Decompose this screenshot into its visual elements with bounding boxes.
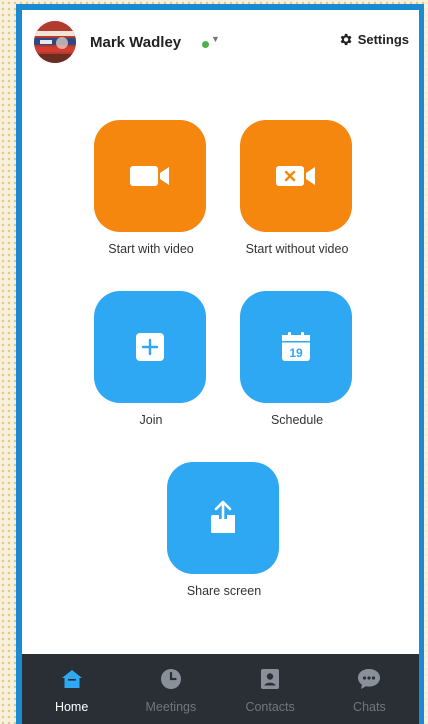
avatar-photo-icon xyxy=(34,21,76,63)
settings-button[interactable]: Settings xyxy=(338,32,409,47)
schedule-button[interactable]: 19 xyxy=(240,291,352,403)
bottom-nav: Home Meetings Contacts Chats xyxy=(22,654,419,724)
settings-label: Settings xyxy=(357,32,409,47)
start-without-video-label: Start without video xyxy=(245,242,349,256)
nav-meetings[interactable]: Meetings xyxy=(121,654,220,724)
gear-icon xyxy=(340,33,352,46)
nav-chats-label: Chats xyxy=(353,700,386,714)
nav-home-label: Home xyxy=(54,700,89,714)
start-without-video-button[interactable] xyxy=(240,120,352,232)
header: Mark Wadley ▼ Settings xyxy=(22,10,419,74)
status-dropdown-caret-icon[interactable]: ▼ xyxy=(211,34,220,44)
online-status-dot[interactable] xyxy=(202,41,209,48)
user-name: Mark Wadley xyxy=(90,34,182,51)
share-upload-icon xyxy=(211,500,235,533)
start-without-video-tile[interactable]: Start without video xyxy=(240,120,354,256)
zoom-home-window: Mark Wadley ▼ Settings Start with video xyxy=(22,10,419,724)
share-screen-tile[interactable]: Share screen xyxy=(167,462,281,598)
join-tile[interactable]: Join xyxy=(94,291,208,427)
home-icon xyxy=(61,670,82,688)
avatar[interactable] xyxy=(34,21,76,63)
start-with-video-button[interactable] xyxy=(94,120,206,232)
share-screen-label: Share screen xyxy=(186,584,262,598)
video-off-icon xyxy=(276,166,315,186)
schedule-tile[interactable]: 19 Schedule xyxy=(240,291,354,427)
share-screen-button[interactable] xyxy=(167,462,279,574)
nav-contacts-label: Contacts xyxy=(245,700,295,714)
nav-home[interactable]: Home xyxy=(22,654,121,724)
nav-contacts[interactable]: Contacts xyxy=(221,654,320,724)
video-camera-icon xyxy=(130,166,169,186)
start-with-video-label: Start with video xyxy=(108,242,194,256)
clock-icon xyxy=(160,669,181,689)
schedule-label: Schedule xyxy=(270,413,324,427)
plus-icon xyxy=(136,333,164,361)
join-button[interactable] xyxy=(94,291,206,403)
contact-card-icon xyxy=(261,669,280,689)
nav-chats[interactable]: Chats xyxy=(320,654,419,724)
join-label: Join xyxy=(139,413,163,427)
start-with-video-tile[interactable]: Start with video xyxy=(94,120,208,256)
chat-bubble-icon xyxy=(358,669,381,689)
calendar-icon: 19 xyxy=(282,332,310,361)
nav-meetings-label: Meetings xyxy=(145,700,197,714)
calendar-day-number: 19 xyxy=(289,346,303,360)
